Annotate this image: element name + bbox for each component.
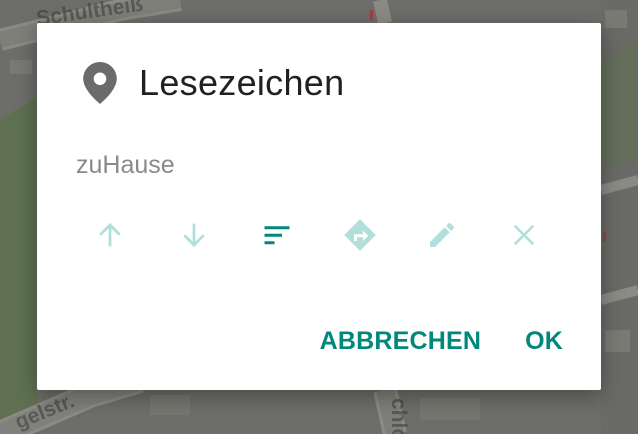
dialog-button-bar: ABBRECHEN OK [312,323,571,360]
edit-button[interactable] [423,216,461,254]
navigate-button[interactable] [341,216,379,254]
street-label-bottom-center: chlo [387,398,410,434]
sort-button[interactable] [258,216,296,254]
map-marker-icon [83,62,117,104]
move-down-button[interactable] [175,216,213,254]
move-up-button[interactable] [91,216,129,254]
bookmark-list-item[interactable]: zuHause [76,151,175,180]
pencil-icon [430,223,454,247]
sort-icon [264,226,290,245]
delete-button[interactable] [505,216,543,254]
arrow-down-icon [183,223,205,247]
directions-icon [344,219,376,251]
ok-button[interactable]: OK [517,323,571,360]
bookmarks-dialog: Lesezeichen zuHause ABBRECHEN OK [37,23,601,390]
dialog-header: Lesezeichen [83,61,344,105]
cancel-button[interactable]: ABBRECHEN [312,323,490,360]
arrow-up-icon [99,223,121,247]
screen: Schultheiß gelstr. chlo Lesezeichen zuHa… [0,0,638,434]
close-icon [513,224,535,246]
dialog-title: Lesezeichen [139,62,345,103]
bookmark-actions-toolbar [78,216,558,254]
